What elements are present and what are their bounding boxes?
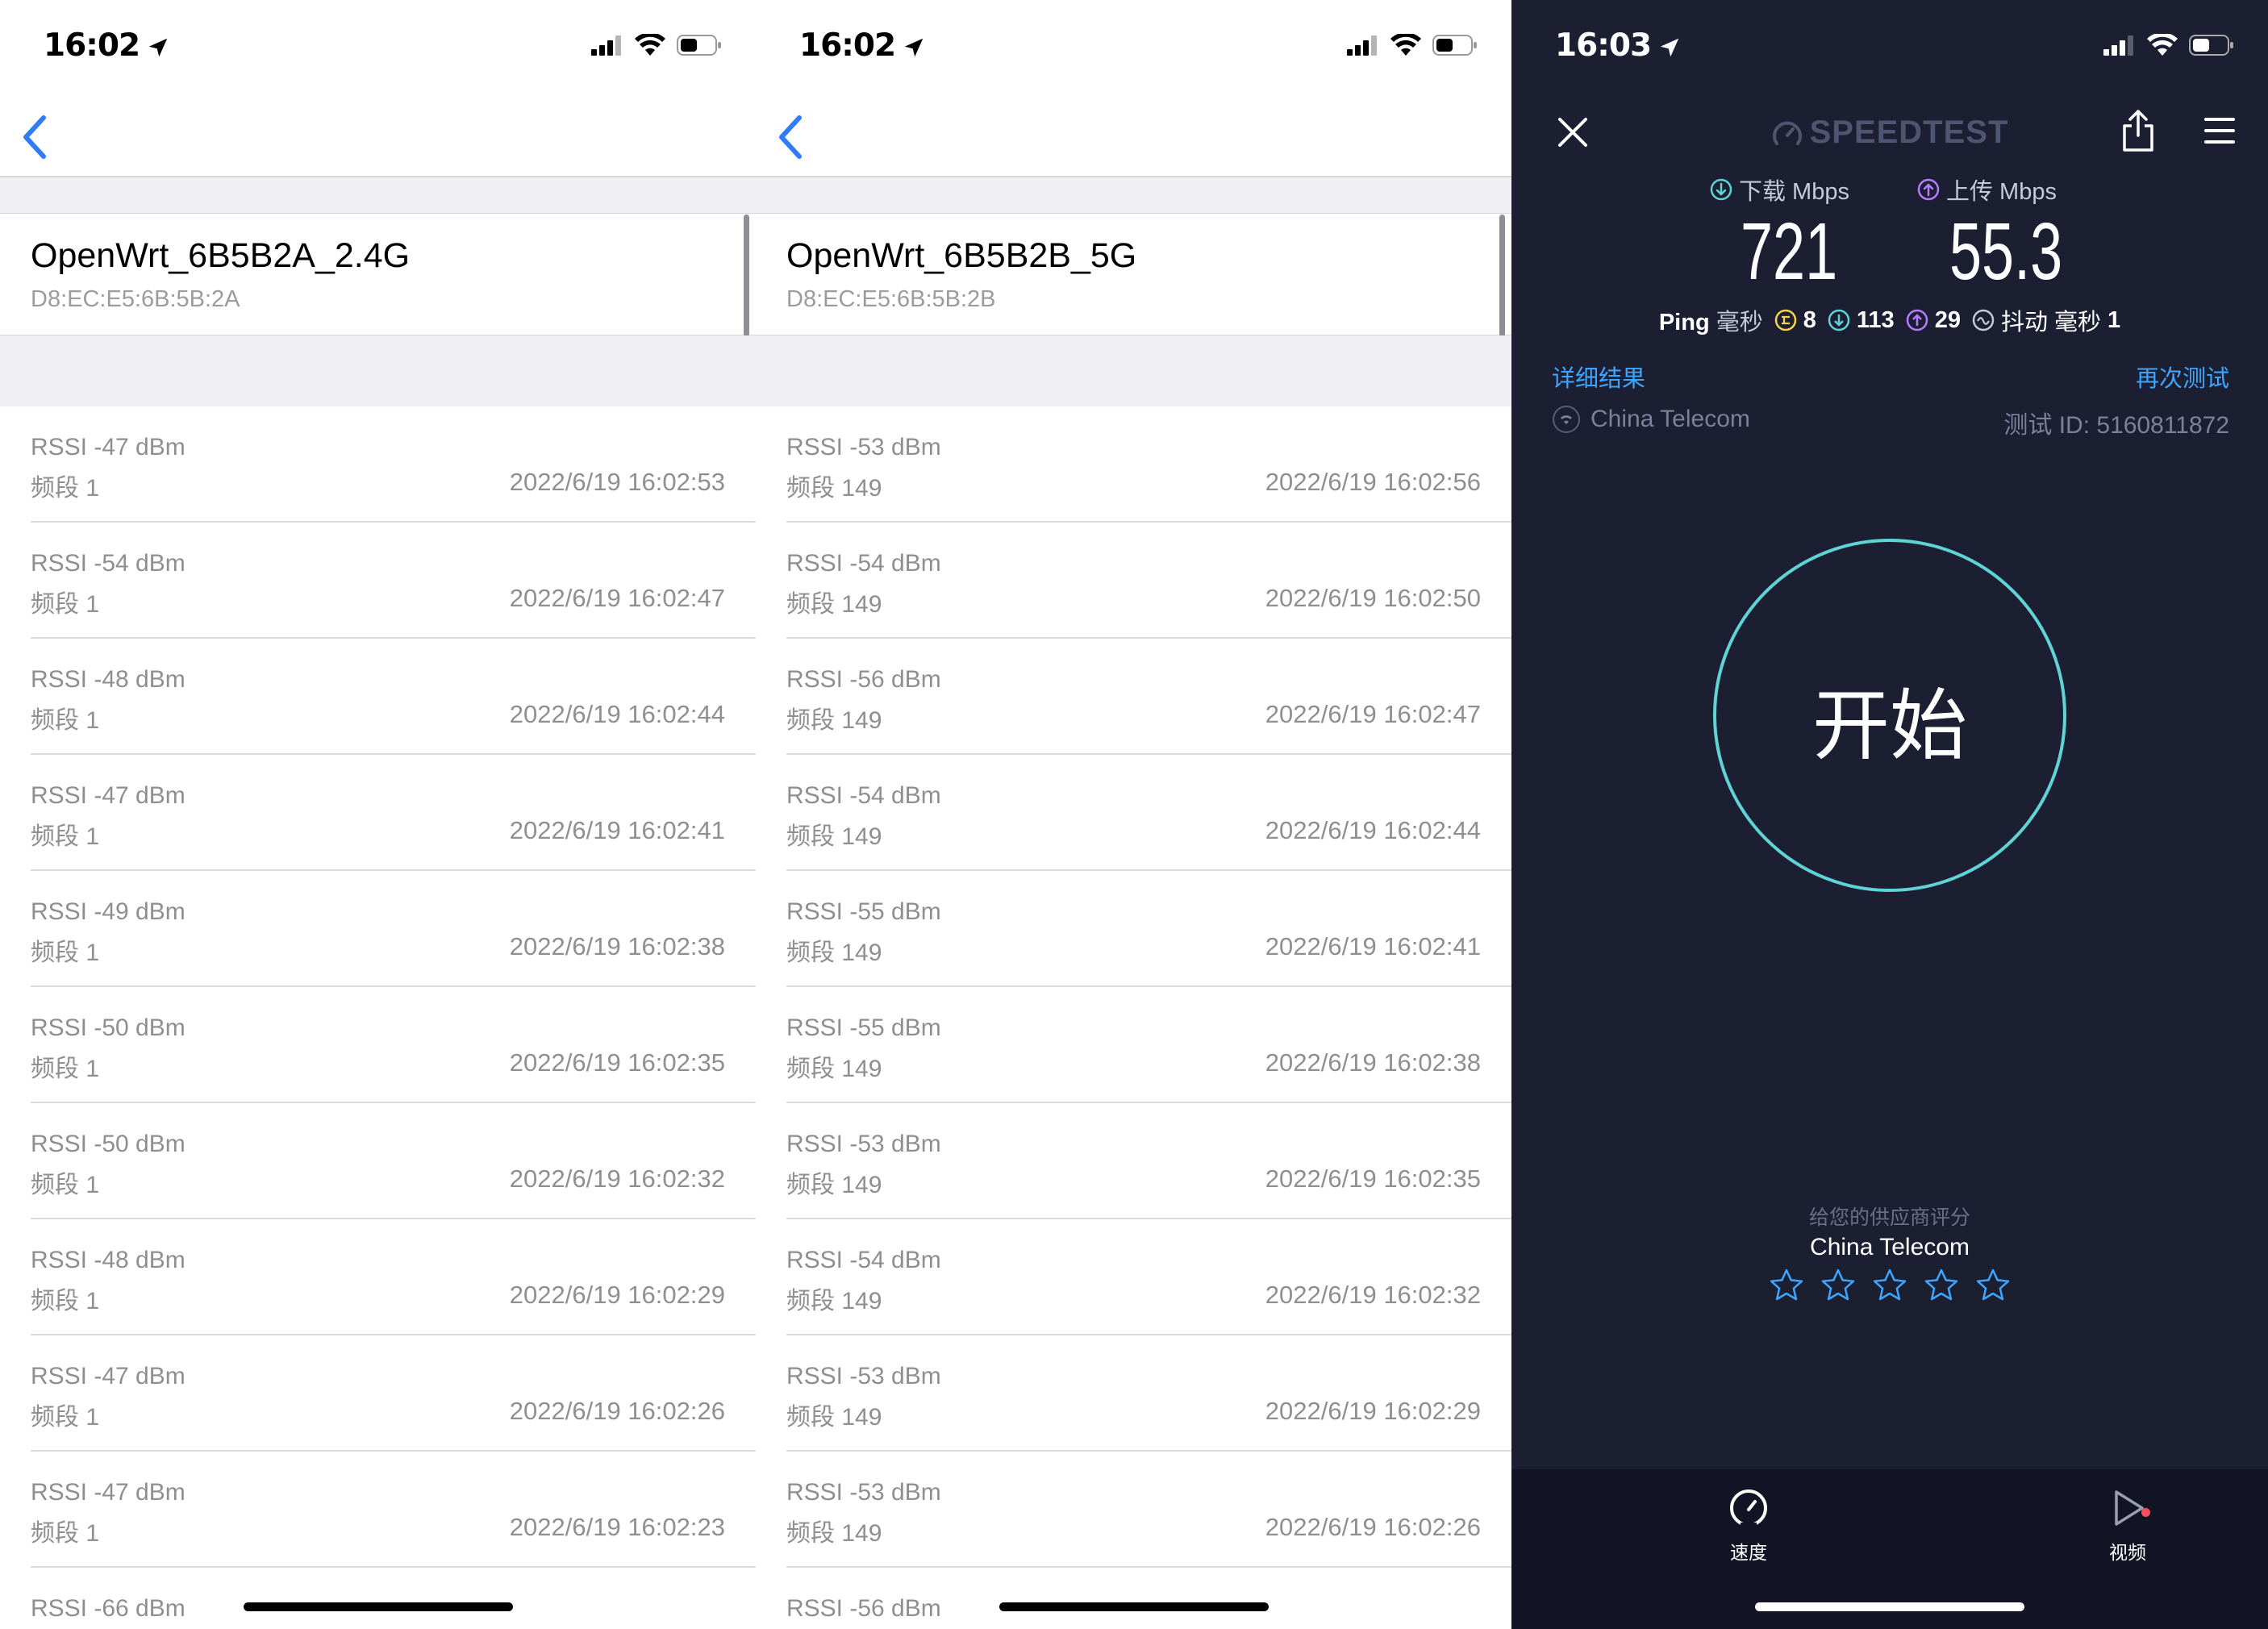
status-time: 16:02 xyxy=(44,27,170,64)
wifi-icon xyxy=(1390,34,1421,56)
home-indicator xyxy=(1755,1602,2024,1611)
test-id: 测试 ID: 5160811872 xyxy=(2003,412,2229,439)
wifi-log-screen-5g: 16:02 OpenWrt_6B5B2B_5G D8:EC:E5:6B:5B:2… xyxy=(756,0,1511,1629)
share-icon[interactable] xyxy=(2121,108,2155,153)
battery-icon xyxy=(1432,35,1477,56)
cellular-signal-icon xyxy=(1347,35,1377,56)
list-item: RSSI -53 dBm 频段 149 2022/6/19 16:02:56 xyxy=(756,406,1511,523)
tab-speed[interactable]: 速度 xyxy=(1700,1487,1797,1564)
detail-results-link[interactable]: 详细结果 xyxy=(1552,360,1645,394)
play-icon xyxy=(2115,1490,2144,1526)
list-item: RSSI -53 dBm 频段 149 2022/6/19 16:02:35 xyxy=(756,1103,1511,1219)
home-indicator xyxy=(999,1602,1269,1611)
retest-link[interactable]: 再次测试 xyxy=(2136,360,2229,394)
download-label: 下载 Mbps xyxy=(1710,173,1849,206)
list-item: RSSI -54 dBm 频段 149 2022/6/19 16:02:32 xyxy=(756,1219,1511,1335)
list-item: RSSI -55 dBm 频段 149 2022/6/19 16:02:41 xyxy=(756,871,1511,987)
menu-icon[interactable] xyxy=(2203,115,2236,147)
status-bar: 16:03 xyxy=(1511,0,2268,97)
gauge-icon xyxy=(1772,122,1802,146)
wifi-icon xyxy=(2147,34,2178,56)
wifi-icon xyxy=(635,34,665,56)
battery-icon xyxy=(677,35,721,56)
location-arrow-icon xyxy=(904,38,923,56)
network-name: OpenWrt_6B5B2A_2.4G xyxy=(31,236,411,275)
rssi-list: RSSI -47 dBm 频段 1 2022/6/19 16:02:53 RSSI … xyxy=(0,406,756,1629)
rssi-list: RSSI -53 dBm 频段 149 2022/6/19 16:02:56 RSS… xyxy=(756,406,1511,1629)
speed-gauge-icon xyxy=(1730,1489,1767,1529)
star-icon[interactable] xyxy=(1924,1268,1959,1303)
back-chevron-icon[interactable] xyxy=(772,111,811,163)
list-item: RSSI -48 dBm 频段 1 2022/6/19 16:02:44 xyxy=(0,639,756,755)
cellular-signal-icon xyxy=(2103,35,2133,56)
list-item: RSSI -55 dBm 频段 149 2022/6/19 16:02:38 xyxy=(756,987,1511,1103)
rating-stars xyxy=(1511,1268,2268,1303)
list-item: RSSI -49 dBm 频段 1 2022/6/19 16:02:38 xyxy=(0,871,756,987)
rate-provider-label: 给您的供应商评分 xyxy=(1808,1206,1970,1229)
network-mac: D8:EC:E5:6B:5B:2B xyxy=(786,286,996,312)
jitter-icon xyxy=(1972,309,1995,331)
star-icon[interactable] xyxy=(1769,1268,1804,1303)
nav-bar xyxy=(0,97,756,177)
download-ping-icon xyxy=(1828,309,1850,331)
start-button-label: 开始 xyxy=(1812,681,1967,771)
start-button[interactable]: 开始 xyxy=(1713,539,2066,892)
list-item: RSSI -56 dBm 频段 149 2022/6/19 16:02:47 xyxy=(756,639,1511,755)
star-icon[interactable] xyxy=(1820,1268,1856,1303)
list-item: RSSI -47 dBm 频段 1 2022/6/19 16:02:53 xyxy=(0,406,756,523)
star-icon[interactable] xyxy=(1975,1268,2011,1303)
speedtest-screen: 16:03 SPEEDTEST 下载 Mbps 上传 Mbps 721 55.3… xyxy=(1511,0,2268,1629)
list-item: RSSI -56 dBm xyxy=(756,1568,1511,1629)
list-item: RSSI -47 dBm 频段 1 2022/6/19 16:02:23 xyxy=(0,1452,756,1568)
rate-provider-name: China Telecom xyxy=(1810,1234,1970,1260)
location-arrow-icon xyxy=(1660,38,1679,56)
idle-ping-icon xyxy=(1774,309,1796,331)
status-time: 16:03 xyxy=(1555,27,1682,64)
list-item: RSSI -66 dBm xyxy=(0,1568,756,1629)
wifi-log-screen-2g: 16:02 OpenWrt_6B5B2A_2.4G D8:EC:E5:6B:5B… xyxy=(0,0,756,1629)
isp-info: China Telecom xyxy=(1552,405,1750,434)
wifi-circle-icon xyxy=(1553,406,1580,433)
battery-icon xyxy=(2189,35,2233,56)
cellular-signal-icon xyxy=(591,35,621,56)
ping-row: Ping 毫秒 8 113 29 抖动 毫秒 1 xyxy=(1658,306,2121,336)
list-item: RSSI -54 dBm 频段 149 2022/6/19 16:02:50 xyxy=(756,523,1511,639)
download-value: 721 xyxy=(1741,206,1838,297)
list-item: RSSI -47 dBm 频段 1 2022/6/19 16:02:41 xyxy=(0,755,756,871)
notification-dot xyxy=(2141,1508,2150,1517)
network-mac: D8:EC:E5:6B:5B:2A xyxy=(31,286,240,312)
upload-ping-icon xyxy=(1906,309,1928,331)
list-item: RSSI -54 dBm 频段 149 2022/6/19 16:02:44 xyxy=(756,755,1511,871)
list-item: RSSI -50 dBm 频段 1 2022/6/19 16:02:35 xyxy=(0,987,756,1103)
location-arrow-icon xyxy=(148,38,168,56)
status-bar: 16:02 xyxy=(0,0,756,97)
download-icon xyxy=(1710,178,1732,201)
upload-value: 55.3 xyxy=(1949,206,2063,297)
list-item: RSSI -48 dBm 频段 1 2022/6/19 16:02:29 xyxy=(0,1219,756,1335)
list-item: RSSI -50 dBm 频段 1 2022/6/19 16:02:32 xyxy=(0,1103,756,1219)
nav-bar xyxy=(756,97,1511,177)
network-header: OpenWrt_6B5B2A_2.4G D8:EC:E5:6B:5B:2A xyxy=(0,213,756,335)
list-item: RSSI -47 dBm 频段 1 2022/6/19 16:02:26 xyxy=(0,1335,756,1452)
scroll-indicator xyxy=(1499,215,1505,337)
tab-video[interactable]: 视频 xyxy=(2079,1487,2176,1564)
home-indicator xyxy=(244,1602,513,1611)
star-icon[interactable] xyxy=(1872,1268,1907,1303)
network-header: OpenWrt_6B5B2B_5G D8:EC:E5:6B:5B:2B xyxy=(756,213,1511,335)
list-item: RSSI -53 dBm 频段 149 2022/6/19 16:02:29 xyxy=(756,1335,1511,1452)
upload-label: 上传 Mbps xyxy=(1917,173,2057,206)
scroll-indicator xyxy=(744,215,749,337)
list-item: RSSI -53 dBm 频段 149 2022/6/19 16:02:26 xyxy=(756,1452,1511,1568)
network-name: OpenWrt_6B5B2B_5G xyxy=(786,236,1137,275)
status-time: 16:02 xyxy=(799,27,926,64)
status-bar: 16:02 xyxy=(756,0,1511,97)
list-item: RSSI -54 dBm 频段 1 2022/6/19 16:02:47 xyxy=(0,523,756,639)
back-chevron-icon[interactable] xyxy=(16,111,55,163)
speedtest-header: SPEEDTEST xyxy=(1511,97,2268,177)
upload-icon xyxy=(1917,178,1940,201)
